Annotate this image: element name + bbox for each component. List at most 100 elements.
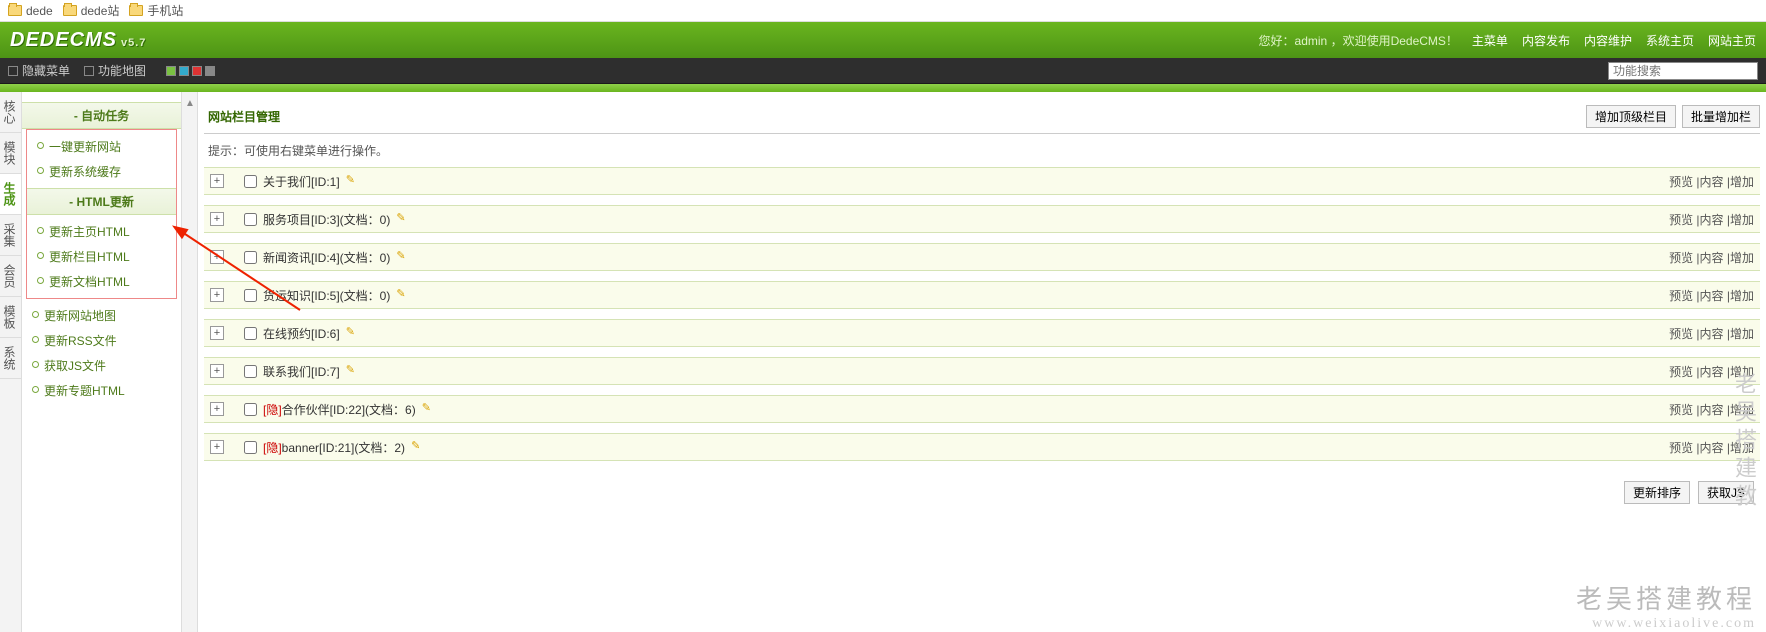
vtab-module[interactable]: 模块 — [0, 133, 21, 174]
row-actions[interactable]: 预览 |内容 |增加 — [1669, 211, 1754, 228]
sidebar-item-update-home-html[interactable]: 更新主页HTML — [27, 219, 176, 244]
sidebar-group-header[interactable]: - HTML更新 — [27, 188, 176, 215]
expand-icon[interactable]: + — [210, 250, 224, 264]
sidebar-item-update-doc-html[interactable]: 更新文档HTML — [27, 269, 176, 294]
expand-icon[interactable]: + — [210, 212, 224, 226]
folder-icon — [8, 5, 22, 16]
hidden-tag: [隐] — [263, 403, 282, 417]
vtab-system[interactable]: 系统 — [0, 338, 21, 379]
breadcrumb-item[interactable]: 手机站 — [129, 2, 183, 19]
edit-icon[interactable] — [396, 251, 408, 263]
nav-system-home[interactable]: 系统主页 — [1646, 32, 1694, 49]
function-map-link[interactable]: 功能地图 — [84, 62, 146, 79]
edit-icon[interactable] — [411, 441, 423, 453]
row-actions[interactable]: 预览 |内容 |增加 — [1669, 249, 1754, 266]
row-label[interactable]: 服务项目[ID:3](文档：0) — [263, 211, 390, 228]
hidden-tag: [隐] — [263, 441, 282, 455]
sidebar-item-onekey-update[interactable]: 一键更新网站 — [27, 134, 176, 159]
table-row: + 服务项目[ID:3](文档：0) 预览 |内容 |增加 — [204, 205, 1760, 233]
row-label[interactable]: [隐]合作伙伴[ID:22](文档：6) — [263, 401, 416, 418]
row-checkbox[interactable] — [244, 213, 257, 226]
theme-green-icon[interactable] — [166, 66, 176, 76]
get-js-button[interactable]: 获取JS — [1698, 481, 1754, 504]
sidebar-item-update-sitemap[interactable]: 更新网站地图 — [22, 303, 181, 328]
sidebar-item-update-topic-html[interactable]: 更新专题HTML — [22, 378, 181, 403]
edit-icon[interactable] — [396, 213, 408, 225]
sidebar-group-label: 自动任务 — [81, 109, 129, 123]
row-checkbox[interactable] — [244, 365, 257, 378]
row-actions[interactable]: 预览 |内容 |增加 — [1669, 325, 1754, 342]
add-top-column-button[interactable]: 增加顶级栏目 — [1586, 105, 1676, 128]
square-icon — [8, 66, 18, 76]
search-input[interactable] — [1608, 62, 1758, 80]
expand-icon[interactable]: + — [210, 402, 224, 416]
divider — [204, 133, 1760, 134]
hide-menu-link[interactable]: 隐藏菜单 — [8, 62, 70, 79]
watermark-text: 老吴搭建教程 — [1576, 579, 1756, 616]
row-label[interactable]: 新闻资讯[ID:4](文档：0) — [263, 249, 390, 266]
row-actions[interactable]: 预览 |内容 |增加 — [1669, 439, 1754, 456]
vtab-generate[interactable]: 生成 — [0, 174, 21, 215]
row-label[interactable]: 货运知识[ID:5](文档：0) — [263, 287, 390, 304]
expand-icon[interactable]: + — [210, 364, 224, 378]
nav-content-publish[interactable]: 内容发布 — [1522, 32, 1570, 49]
edit-icon[interactable] — [396, 289, 408, 301]
row-checkbox[interactable] — [244, 175, 257, 188]
sidebar-item-update-column-html[interactable]: 更新栏目HTML — [27, 244, 176, 269]
watermark: 老吴搭建教程 www.weixiaolive.com — [1576, 579, 1756, 632]
edit-icon[interactable] — [422, 403, 434, 415]
update-sort-button[interactable]: 更新排序 — [1624, 481, 1690, 504]
theme-gray-icon[interactable] — [205, 66, 215, 76]
theme-cyan-icon[interactable] — [179, 66, 189, 76]
main-content: 网站栏目管理 增加顶级栏目 批量增加栏 提示：可使用右键菜单进行操作。 +关于我… — [198, 92, 1766, 632]
nav-site-home[interactable]: 网站主页 — [1708, 32, 1756, 49]
row-checkbox[interactable] — [244, 403, 257, 416]
breadcrumb-item[interactable]: dede站 — [63, 2, 120, 19]
nav-main-menu[interactable]: 主菜单 — [1472, 32, 1508, 49]
breadcrumb-label: dede — [26, 4, 53, 18]
header: DEDECMSv5.7 您好：admin ，欢迎使用DedeCMS！ 主菜单 内… — [0, 22, 1766, 58]
sidebar-group-label: HTML更新 — [77, 195, 134, 209]
edit-icon[interactable] — [346, 365, 358, 377]
sidebar-gutter[interactable]: ▲ — [182, 92, 198, 632]
row-actions[interactable]: 预览 |内容 |增加 — [1669, 363, 1754, 380]
row-label[interactable]: 关于我们[ID:1] — [263, 173, 340, 190]
vtab-template[interactable]: 模板 — [0, 297, 21, 338]
page-title: 网站栏目管理 — [204, 102, 284, 131]
breadcrumb-item[interactable]: dede — [8, 4, 53, 18]
row-checkbox[interactable] — [244, 441, 257, 454]
row-label[interactable]: 联系我们[ID:7] — [263, 363, 340, 380]
vertical-tabs: 核心 模块 生成 采集 会员 模板 系统 — [0, 92, 22, 632]
row-checkbox[interactable] — [244, 327, 257, 340]
sidebar-item-update-rss[interactable]: 更新RSS文件 — [22, 328, 181, 353]
batch-add-button[interactable]: 批量增加栏 — [1682, 105, 1760, 128]
welcome-text: 您好：admin ，欢迎使用DedeCMS！ — [1259, 32, 1458, 49]
edit-icon[interactable] — [346, 175, 358, 187]
row-label[interactable]: 在线预约[ID:6] — [263, 325, 340, 342]
breadcrumb-label: 手机站 — [147, 2, 183, 19]
vtab-member[interactable]: 会员 — [0, 256, 21, 297]
expand-icon[interactable]: + — [210, 440, 224, 454]
row-checkbox[interactable] — [244, 289, 257, 302]
vtab-collect[interactable]: 采集 — [0, 215, 21, 256]
sidebar-item-update-cache[interactable]: 更新系统缓存 — [27, 159, 176, 184]
row-actions[interactable]: 预览 |内容 |增加 — [1669, 173, 1754, 190]
sidebar-item-get-js[interactable]: 获取JS文件 — [22, 353, 181, 378]
expand-icon[interactable]: + — [210, 288, 224, 302]
table-row: + 新闻资讯[ID:4](文档：0) 预览 |内容 |增加 — [204, 243, 1760, 271]
expand-icon[interactable]: + — [210, 326, 224, 340]
expand-icon[interactable]: + — [210, 174, 224, 188]
row-label[interactable]: [隐]banner[ID:21](文档：2) — [263, 439, 405, 456]
row-checkbox[interactable] — [244, 251, 257, 264]
vtab-core[interactable]: 核心 — [0, 92, 21, 133]
edit-icon[interactable] — [346, 327, 358, 339]
header-right: 您好：admin ，欢迎使用DedeCMS！ 主菜单 内容发布 内容维护 系统主… — [1259, 32, 1756, 49]
theme-red-icon[interactable] — [192, 66, 202, 76]
sidebar-group-header[interactable]: - 自动任务 — [22, 102, 181, 129]
folder-icon — [63, 5, 77, 16]
row-actions[interactable]: 预览 |内容 |增加 — [1669, 287, 1754, 304]
row-actions[interactable]: 预览 |内容 |增加 — [1669, 401, 1754, 418]
toolbar: 隐藏菜单 功能地图 — [0, 58, 1766, 84]
logo-version: v5.7 — [121, 37, 146, 49]
nav-content-maintain[interactable]: 内容维护 — [1584, 32, 1632, 49]
